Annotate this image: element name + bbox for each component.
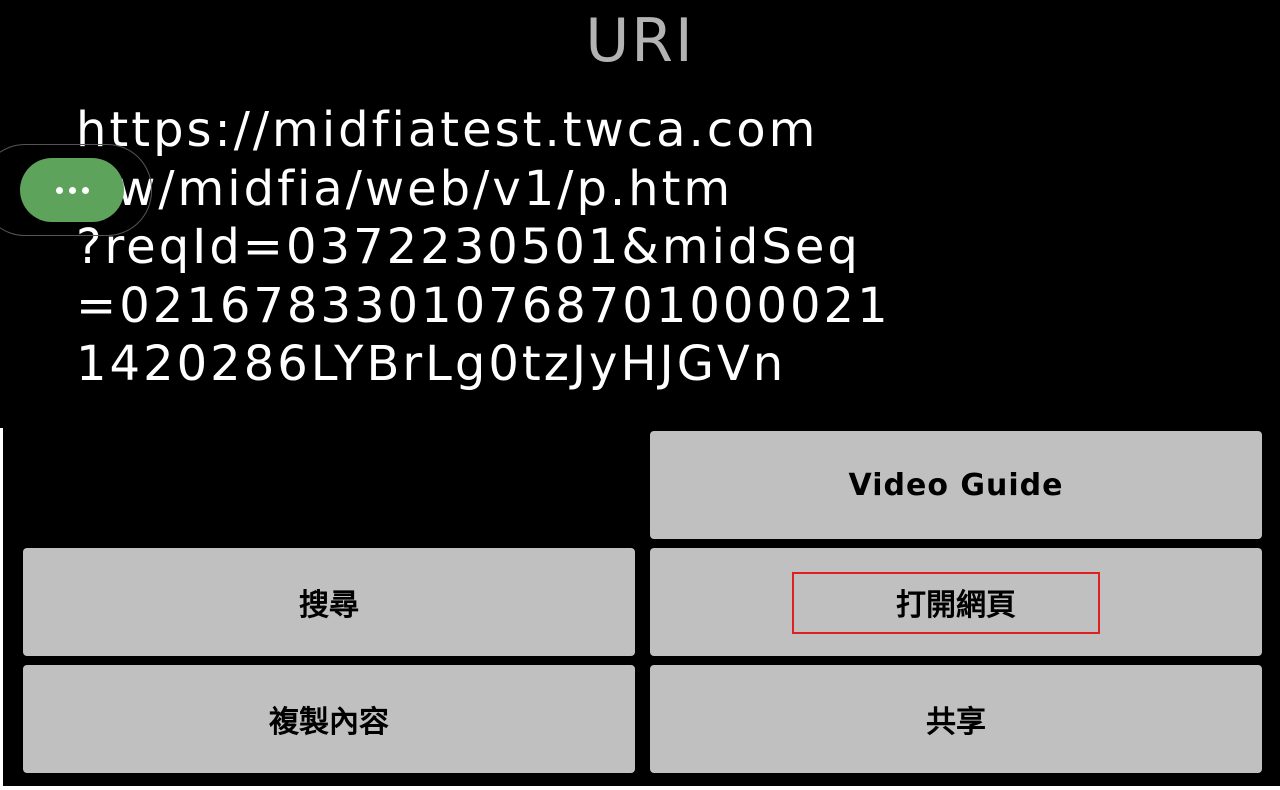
more-horizontal-icon [68,186,76,194]
video-guide-button[interactable]: Video Guide [650,431,1262,539]
dialog-title: URI [585,6,695,76]
uri-line: ?reqId=0372230501&midSeq [76,219,861,275]
search-button[interactable]: 搜尋 [23,548,635,656]
copy-content-button[interactable]: 複製內容 [23,665,635,773]
share-button[interactable]: 共享 [650,665,1262,773]
panel-bottom-border [0,786,1280,790]
copy-content-label: 複製內容 [269,705,389,740]
share-label: 共享 [926,705,986,740]
video-guide-label: Video Guide [848,467,1064,503]
panel-left-border [0,428,3,790]
floating-menu-button[interactable] [20,158,124,222]
open-web-button[interactable]: 打開網頁 [650,548,1262,656]
uri-line: 1420286LYBrLg0tzJyHJGVn [76,336,787,392]
uri-line: https://midfiatest.twca.com [76,102,819,158]
uri-line: .tw/midfia/web/v1/p.htm [76,160,734,217]
open-web-label: 打開網頁 [896,588,1016,623]
more-horizontal-icon [81,186,89,194]
uri-line: =02167833010768701000021 [76,277,891,334]
more-horizontal-icon [55,186,63,194]
uri-text: https://midfiatest.twca.com .tw/midfia/w… [76,101,1226,394]
search-label: 搜尋 [299,588,359,623]
